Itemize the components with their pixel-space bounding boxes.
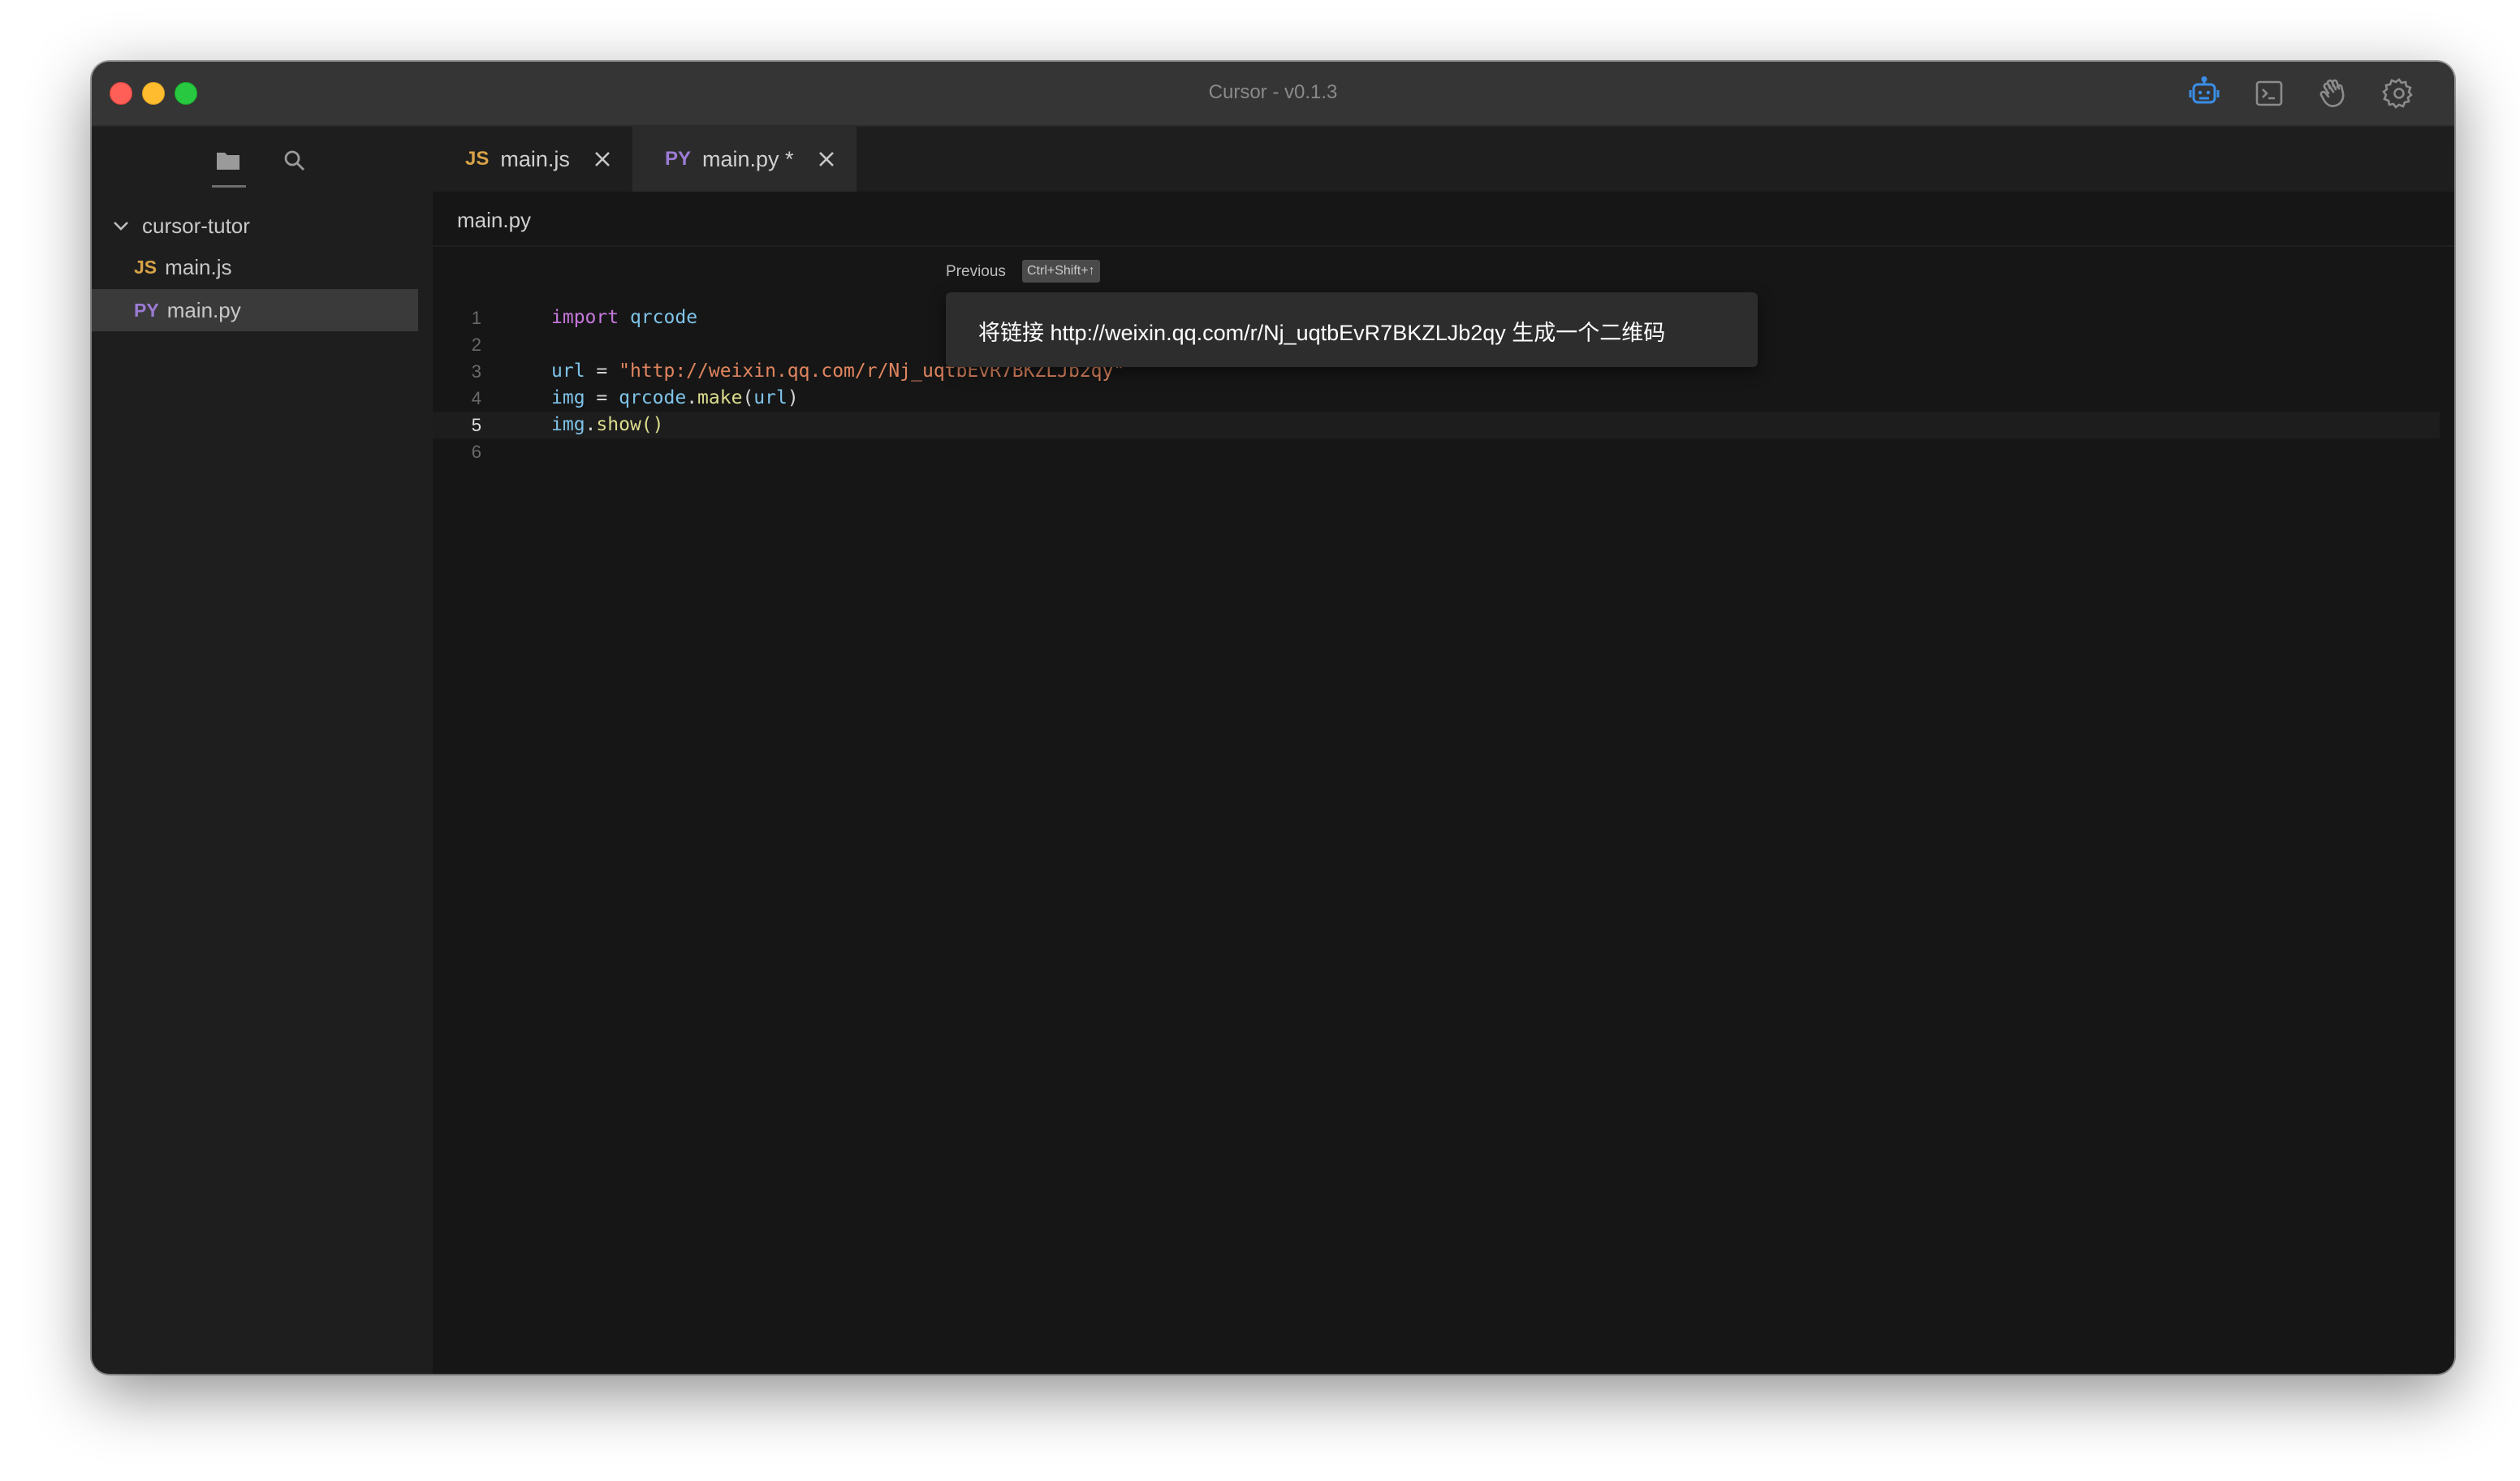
previous-prompt-label[interactable]: Previous xyxy=(946,263,1006,281)
prompt-text[interactable]: 将链接 http://weixin.qq.com/r/Nj_uqtbEvR7BK… xyxy=(978,315,1665,347)
app-window: Cursor - v0.1.3 cursor-tutor JS main.js … xyxy=(92,62,2454,1374)
py-file-icon: PY xyxy=(665,148,692,170)
window-title: Cursor - v0.1.3 xyxy=(1208,81,1338,103)
tab-main-js[interactable]: JS main.js xyxy=(433,127,628,192)
js-file-icon: JS xyxy=(465,148,490,170)
line-number: 6 xyxy=(471,442,481,462)
line-number: 3 xyxy=(471,361,481,382)
line-number: 5 xyxy=(471,415,481,435)
file-label: main.py xyxy=(166,297,241,322)
chevron-down-icon xyxy=(114,222,128,231)
title-bar: Cursor - v0.1.3 xyxy=(92,62,2454,127)
file-item-main-js[interactable]: JS main.js xyxy=(92,246,418,288)
gear-icon[interactable] xyxy=(2381,76,2417,111)
line-number: 4 xyxy=(471,388,481,408)
code-editor[interactable]: main.py 1 import qrcode 2 3 url = "http:… xyxy=(433,192,2454,1374)
code-text: import qrcode xyxy=(551,307,698,328)
code-text: img.show() xyxy=(551,414,664,435)
py-file-icon: PY xyxy=(134,299,159,321)
folder-icon[interactable] xyxy=(214,146,243,175)
code-text: img = qrcode.make(url) xyxy=(551,387,799,408)
ai-prompt-input[interactable]: 将链接 http://weixin.qq.com/r/Nj_uqtbEvR7BK… xyxy=(946,292,1758,367)
folder-label: cursor-tutor xyxy=(142,213,250,238)
robot-icon[interactable] xyxy=(2186,76,2222,111)
code-line[interactable]: 6 xyxy=(433,438,2440,465)
file-item-main-py[interactable]: PY main.py xyxy=(92,289,418,331)
close-tab-icon[interactable] xyxy=(816,149,837,170)
terminal-icon[interactable] xyxy=(2251,76,2287,111)
divider xyxy=(433,245,2454,247)
code-line[interactable]: 4 img = qrcode.make(url) xyxy=(433,385,2440,412)
active-view-indicator xyxy=(212,185,246,188)
folder-cursor-tutor[interactable]: cursor-tutor xyxy=(110,208,250,244)
tab-bar: JS main.js PY main.py * xyxy=(433,127,2454,192)
line-number: 1 xyxy=(471,308,481,328)
tab-main-py[interactable]: PY main.py * xyxy=(632,127,857,192)
file-label: main.js xyxy=(165,254,232,279)
close-tab-icon[interactable] xyxy=(592,149,613,170)
code-line-current[interactable]: 5 img.show() xyxy=(433,412,2440,438)
tab-label: main.js xyxy=(500,146,570,171)
js-file-icon: JS xyxy=(134,256,158,278)
line-number: 2 xyxy=(471,335,481,355)
hand-icon[interactable] xyxy=(2316,76,2352,111)
tab-label: main.py * xyxy=(702,146,794,171)
search-icon[interactable] xyxy=(280,146,309,175)
file-explorer-sidebar: cursor-tutor JS main.js PY main.py xyxy=(92,127,433,1374)
breadcrumb: main.py xyxy=(457,208,532,232)
shortcut-badge: Ctrl+Shift+↑ xyxy=(1022,260,1100,283)
